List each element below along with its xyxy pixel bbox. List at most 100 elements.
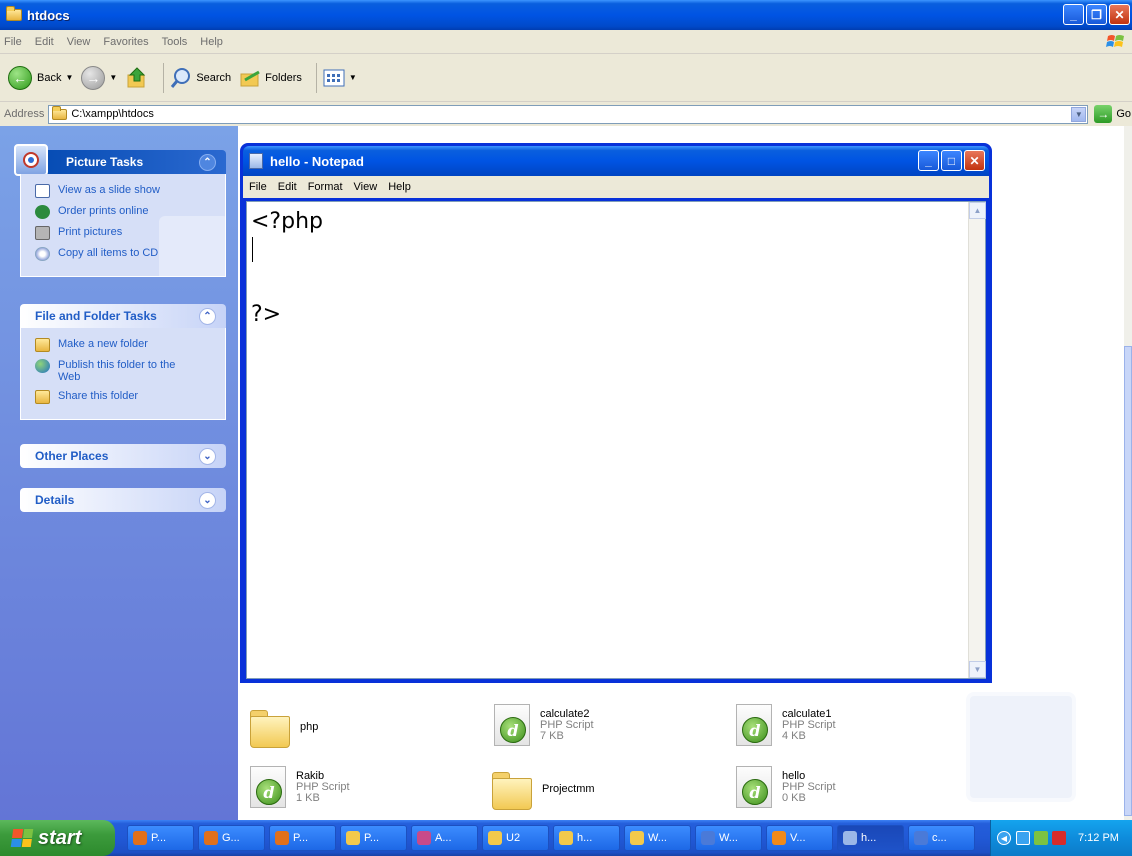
- text-caret: [252, 237, 253, 262]
- forward-button[interactable]: → ▼: [81, 65, 117, 90]
- file-name: calculate2: [540, 707, 590, 720]
- notepad-menu-view[interactable]: View: [354, 181, 378, 193]
- taskbar-button[interactable]: c...: [908, 825, 975, 851]
- up-folder-icon: [127, 66, 146, 87]
- scroll-down-button[interactable]: ▼: [969, 661, 986, 678]
- notepad-text-area[interactable]: <?php ?> ▲ ▼: [246, 201, 986, 679]
- explorer-titlebar[interactable]: htdocs _ ❐ ✕: [0, 0, 1132, 30]
- taskbar-button[interactable]: P...: [269, 825, 336, 851]
- collapse-chevron-icon[interactable]: ⌃: [199, 154, 216, 171]
- search-button[interactable]: Search: [170, 67, 231, 89]
- notepad-menu-help[interactable]: Help: [388, 181, 411, 193]
- security-icon[interactable]: [1034, 831, 1048, 845]
- folders-icon: [240, 70, 260, 86]
- task-label: G...: [222, 832, 240, 844]
- file-item-php[interactable]: php: [250, 708, 318, 748]
- up-folder-button[interactable]: [125, 66, 149, 90]
- picture-tasks-header[interactable]: Picture Tasks ⌃: [14, 144, 226, 176]
- show-hidden-icons-button[interactable]: ◀: [997, 831, 1011, 845]
- task-label: W...: [648, 832, 667, 844]
- notepad-menu-edit[interactable]: Edit: [278, 181, 297, 193]
- explorer-menubar: File Edit View Favorites Tools Help: [0, 30, 1132, 54]
- file-item-projectmm[interactable]: Projectmm: [492, 770, 595, 810]
- restore-button[interactable]: ❐: [1086, 4, 1107, 25]
- folders-button[interactable]: Folders: [239, 68, 302, 88]
- task-share-folder[interactable]: Share this folder: [35, 390, 225, 404]
- scrollbar-thumb[interactable]: [1124, 346, 1132, 816]
- taskbar-button[interactable]: W...: [695, 825, 762, 851]
- taskbar-button[interactable]: G...: [198, 825, 265, 851]
- clock[interactable]: 7:12 PM: [1078, 832, 1119, 844]
- taskbar-button[interactable]: h...: [553, 825, 620, 851]
- start-label: start: [38, 826, 82, 849]
- taskbar-button[interactable]: P...: [127, 825, 194, 851]
- folder-icon: [492, 770, 532, 810]
- app-icon: [275, 831, 289, 845]
- views-button[interactable]: ▼: [323, 68, 357, 88]
- antivirus-icon[interactable]: [1052, 831, 1066, 845]
- notepad-content: <?php ?>: [251, 209, 323, 327]
- expand-chevron-icon[interactable]: ⌄: [199, 448, 216, 465]
- file-item-calculate1[interactable]: d calculate1 PHP Script 4 KB: [736, 704, 836, 746]
- task-label: W...: [719, 832, 738, 844]
- task-make-new-folder[interactable]: Make a new folder: [35, 338, 225, 352]
- task-view-slideshow[interactable]: View as a slide show: [35, 184, 225, 198]
- dropdown-arrow-icon: ▼: [348, 73, 357, 82]
- taskbar-button[interactable]: P...: [340, 825, 407, 851]
- file-type: PHP Script: [782, 718, 836, 731]
- notepad-window[interactable]: hello - Notepad _ □ ✕ File Edit Format V…: [240, 143, 992, 683]
- menu-edit[interactable]: Edit: [35, 36, 54, 48]
- taskbar-button-active[interactable]: h...: [837, 825, 904, 851]
- expand-chevron-icon[interactable]: ⌄: [199, 492, 216, 509]
- task-label: Publish this folder to the Web: [58, 359, 176, 383]
- file-item-rakib[interactable]: d Rakib PHP Script 1 KB: [250, 766, 350, 808]
- notepad-close-button[interactable]: ✕: [964, 150, 985, 171]
- task-label: P...: [151, 832, 167, 844]
- app-icon: [701, 831, 715, 845]
- explorer-toolbar: ← Back ▼ → ▼ Search Folders ▼: [0, 54, 1132, 102]
- scroll-up-button[interactable]: ▲: [969, 202, 986, 219]
- address-input[interactable]: C:\xampp\htdocs ▼: [48, 104, 1089, 124]
- task-label: Copy all items to CD: [58, 247, 159, 259]
- views-icon: [323, 69, 345, 86]
- notepad-maximize-button[interactable]: □: [941, 150, 962, 171]
- menu-favorites[interactable]: Favorites: [103, 36, 148, 48]
- taskbar-button[interactable]: A...: [411, 825, 478, 851]
- address-dropdown-button[interactable]: ▼: [1071, 106, 1087, 122]
- minimize-button[interactable]: _: [1063, 4, 1084, 25]
- picture-tasks-title: Picture Tasks: [66, 155, 144, 169]
- menu-file[interactable]: File: [4, 36, 22, 48]
- task-publish-web[interactable]: Publish this folder to the Web: [35, 359, 225, 383]
- task-label: P...: [293, 832, 309, 844]
- notepad-titlebar[interactable]: hello - Notepad _ □ ✕: [243, 146, 989, 176]
- file-folder-tasks-header[interactable]: File and Folder Tasks ⌃: [20, 304, 226, 328]
- notepad-menu-file[interactable]: File: [249, 181, 267, 193]
- app-icon: [488, 831, 502, 845]
- notepad-menu-format[interactable]: Format: [308, 181, 343, 193]
- notepad-scrollbar[interactable]: ▲ ▼: [968, 202, 986, 678]
- start-button[interactable]: start: [0, 820, 115, 856]
- menu-help[interactable]: Help: [200, 36, 223, 48]
- menu-view[interactable]: View: [67, 36, 91, 48]
- file-item-calculate2[interactable]: d calculate2 PHP Script 7 KB: [494, 704, 594, 746]
- app-icon: [559, 831, 573, 845]
- back-button[interactable]: ← Back ▼: [8, 65, 73, 90]
- notepad-minimize-button[interactable]: _: [918, 150, 939, 171]
- share-folder-icon: [35, 390, 50, 404]
- taskbar-button[interactable]: U2: [482, 825, 549, 851]
- file-area-scrollbar[interactable]: [1124, 126, 1132, 820]
- file-item-hello[interactable]: d hello PHP Script 0 KB: [736, 766, 836, 808]
- taskbar-button[interactable]: V...: [766, 825, 833, 851]
- other-places-title: Other Places: [35, 449, 109, 463]
- close-button[interactable]: ✕: [1109, 4, 1130, 25]
- search-label: Search: [196, 71, 232, 84]
- go-button[interactable]: → Go: [1094, 105, 1131, 123]
- other-places-header[interactable]: Other Places ⌄: [20, 444, 226, 468]
- details-header[interactable]: Details ⌄: [20, 488, 226, 512]
- taskbar-button[interactable]: W...: [624, 825, 691, 851]
- collapse-chevron-icon[interactable]: ⌃: [199, 308, 216, 325]
- network-icon[interactable]: [1016, 831, 1030, 845]
- menu-tools[interactable]: Tools: [162, 36, 188, 48]
- windows-logo-icon: [1106, 35, 1124, 47]
- file-name: calculate1: [782, 707, 832, 720]
